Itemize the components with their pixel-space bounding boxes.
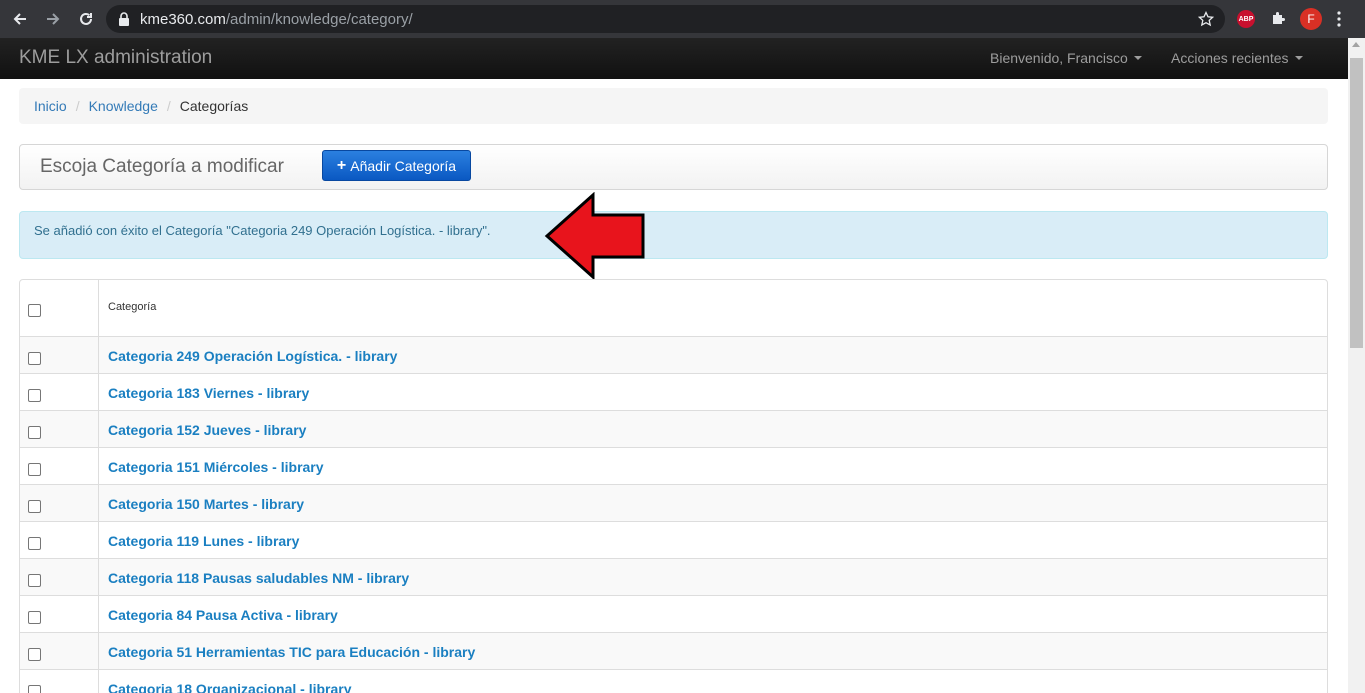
success-alert: Se añadió con éxito el Categoría "Catego… — [19, 211, 1328, 259]
table-row: Categoria 84 Pausa Activa - library — [20, 596, 1327, 633]
scrollbar-thumb[interactable] — [1350, 58, 1363, 348]
row-checkbox[interactable] — [28, 648, 41, 661]
url-host: kme360.com — [140, 11, 226, 28]
category-link[interactable]: Categoria 118 Pausas saludables NM - lib… — [108, 570, 409, 586]
row-checkbox-cell — [20, 374, 99, 410]
add-category-label: Añadir Categoría — [350, 157, 457, 174]
brand-title[interactable]: KME LX administration — [19, 47, 212, 69]
row-checkbox-cell — [20, 596, 99, 632]
forward-arrow-icon[interactable] — [41, 7, 65, 31]
breadcrumb-separator: / — [75, 98, 80, 114]
row-checkbox[interactable] — [28, 463, 41, 476]
category-link[interactable]: Categoria 18 Organizacional - library — [108, 681, 352, 693]
recent-actions-dropdown[interactable]: Acciones recientes — [1171, 50, 1303, 66]
row-checkbox-cell — [20, 559, 99, 595]
row-checkbox[interactable] — [28, 389, 41, 402]
breadcrumb: Inicio / Knowledge / Categorías — [19, 88, 1328, 124]
address-bar[interactable]: kme360.com/admin/knowledge/category/ — [106, 5, 1225, 33]
category-results-table: Categoría Categoria 249 Operación Logíst… — [19, 279, 1328, 693]
row-checkbox[interactable] — [28, 685, 41, 693]
table-row: Categoria 51 Herramientas TIC para Educa… — [20, 633, 1327, 670]
browser-toolbar: kme360.com/admin/knowledge/category/ ABP… — [0, 0, 1365, 38]
select-all-checkbox[interactable] — [28, 304, 41, 317]
category-link[interactable]: Categoria 249 Operación Logística. - lib… — [108, 348, 397, 364]
page-title: Escoja Categoría a modificar — [40, 156, 284, 177]
row-checkbox-cell — [20, 670, 99, 693]
row-checkbox-cell — [20, 448, 99, 484]
avatar-letter: F — [1307, 12, 1315, 26]
kebab-menu-icon[interactable] — [1336, 10, 1342, 33]
back-arrow-icon[interactable] — [8, 7, 32, 31]
table-row: Categoria 150 Martes - library — [20, 485, 1327, 522]
category-link[interactable]: Categoria 51 Herramientas TIC para Educa… — [108, 644, 475, 660]
recent-actions-label: Acciones recientes — [1171, 50, 1289, 66]
table-row: Categoria 118 Pausas saludables NM - lib… — [20, 559, 1327, 596]
row-checkbox[interactable] — [28, 426, 41, 439]
page-scrollbar[interactable] — [1348, 38, 1365, 693]
abp-label: ABP — [1238, 15, 1254, 23]
table-row: Categoria 249 Operación Logística. - lib… — [20, 337, 1327, 374]
category-link[interactable]: Categoria 152 Jueves - library — [108, 422, 306, 438]
row-checkbox[interactable] — [28, 574, 41, 587]
puzzle-extensions-icon[interactable] — [1270, 10, 1287, 32]
select-all-cell — [20, 280, 99, 336]
page-header: Escoja Categoría a modificar + Añadir Ca… — [19, 144, 1328, 190]
caret-down-icon — [1294, 56, 1303, 60]
row-checkbox-cell — [20, 411, 99, 447]
caret-down-icon — [1133, 56, 1142, 60]
user-menu-dropdown[interactable]: Bienvenido, Francisco — [990, 50, 1142, 66]
plus-icon: + — [336, 156, 347, 174]
alert-message: Se añadió con éxito el Categoría "Catego… — [34, 223, 491, 238]
row-checkbox-cell — [20, 633, 99, 669]
category-link[interactable]: Categoria 84 Pausa Activa - library — [108, 607, 338, 623]
table-row: Categoria 152 Jueves - library — [20, 411, 1327, 448]
column-header-categoria[interactable]: Categoría — [108, 301, 156, 313]
profile-avatar[interactable]: F — [1300, 8, 1322, 30]
url-text: kme360.com/admin/knowledge/category/ — [140, 11, 413, 28]
breadcrumb-inicio[interactable]: Inicio — [34, 98, 67, 114]
red-arrow-annotation-icon — [544, 192, 645, 280]
table-row: Categoria 183 Viernes - library — [20, 374, 1327, 411]
row-checkbox[interactable] — [28, 500, 41, 513]
adblock-extension-icon[interactable]: ABP — [1237, 10, 1255, 28]
scroll-up-arrow-icon[interactable] — [1352, 42, 1360, 47]
star-icon[interactable] — [1197, 10, 1215, 32]
breadcrumb-separator: / — [166, 98, 171, 114]
lock-icon — [118, 12, 130, 31]
row-checkbox[interactable] — [28, 352, 41, 365]
category-link[interactable]: Categoria 150 Martes - library — [108, 496, 304, 512]
table-header: Categoría — [20, 280, 1327, 337]
row-checkbox-cell — [20, 485, 99, 521]
add-category-button[interactable]: + Añadir Categoría — [322, 150, 471, 181]
category-link[interactable]: Categoria 119 Lunes - library — [108, 533, 299, 549]
table-row: Categoria 119 Lunes - library — [20, 522, 1327, 559]
user-menu-label: Bienvenido, Francisco — [990, 50, 1128, 66]
reload-icon[interactable] — [74, 7, 98, 31]
row-checkbox[interactable] — [28, 537, 41, 550]
breadcrumb-knowledge[interactable]: Knowledge — [89, 98, 158, 114]
admin-navbar: KME LX administration Bienvenido, Franci… — [0, 38, 1348, 79]
category-link[interactable]: Categoria 151 Miércoles - library — [108, 459, 324, 475]
table-row: Categoria 18 Organizacional - library — [20, 670, 1327, 693]
category-link[interactable]: Categoria 183 Viernes - library — [108, 385, 309, 401]
row-checkbox[interactable] — [28, 611, 41, 624]
row-checkbox-cell — [20, 337, 99, 373]
row-checkbox-cell — [20, 522, 99, 558]
breadcrumb-current: Categorías — [179, 98, 249, 114]
url-path: /admin/knowledge/category/ — [225, 11, 413, 28]
table-row: Categoria 151 Miércoles - library — [20, 448, 1327, 485]
